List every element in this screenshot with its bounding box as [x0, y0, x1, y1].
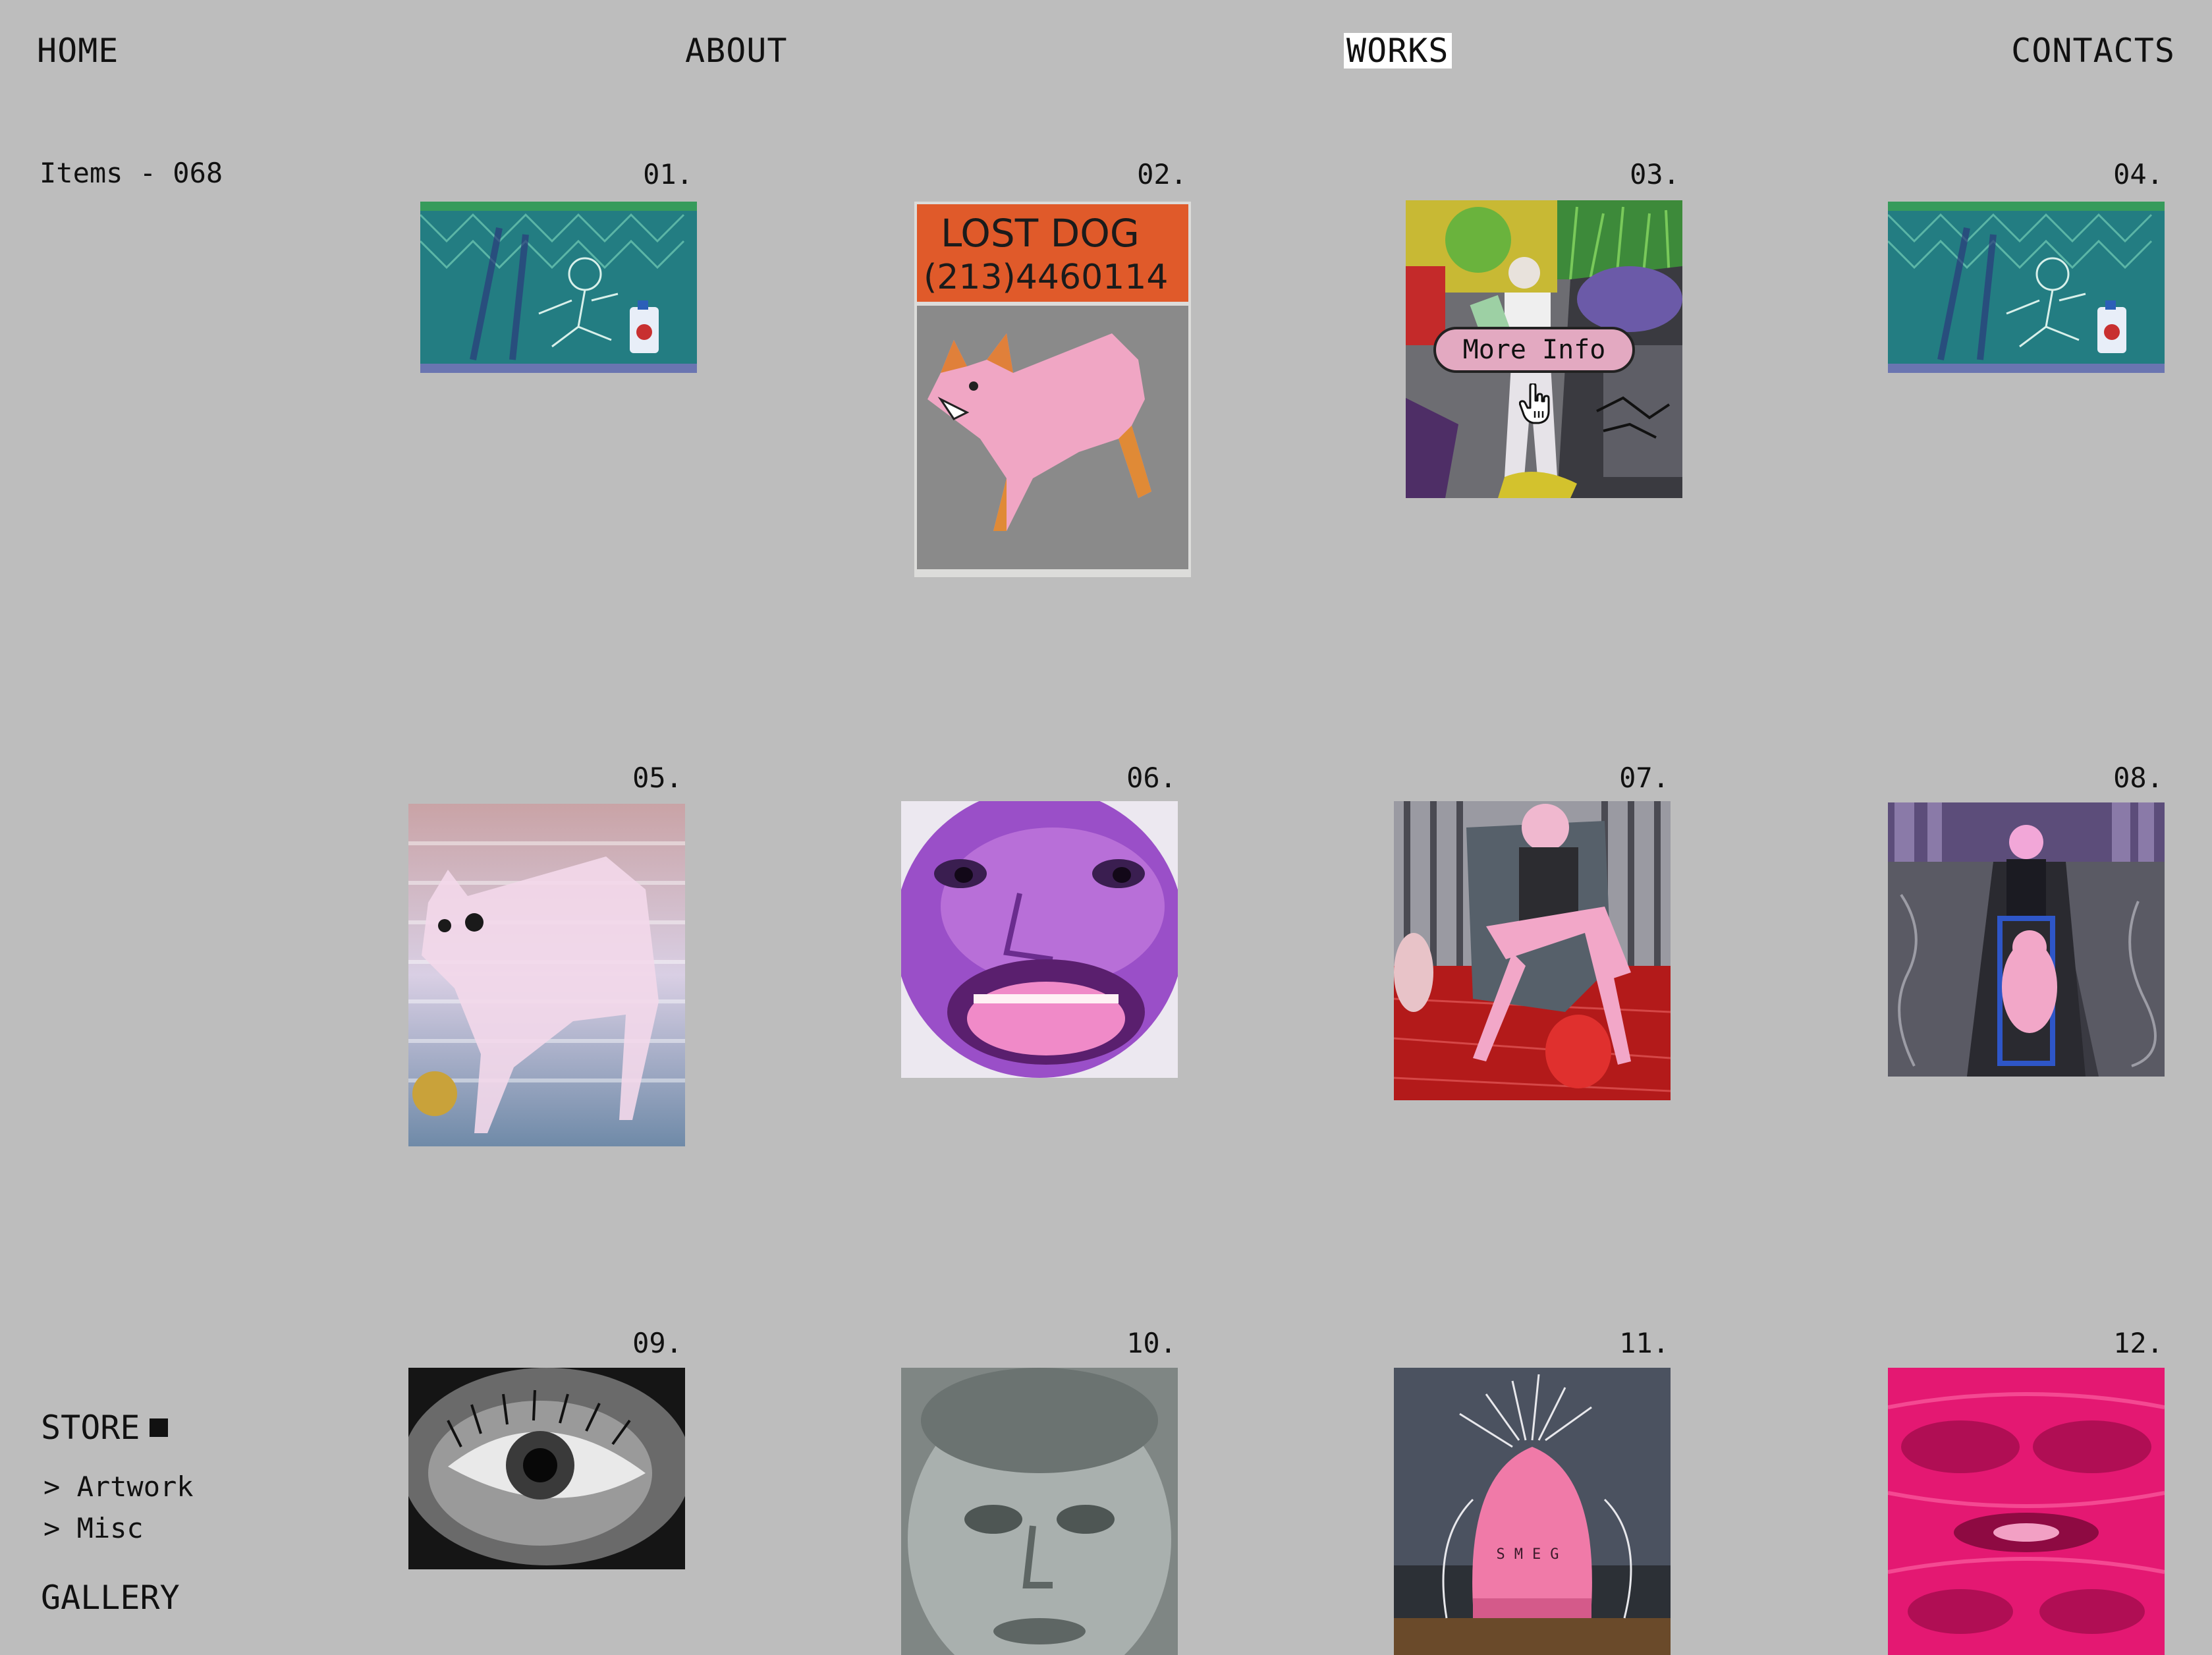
- store-heading[interactable]: STORE: [41, 1411, 168, 1444]
- artwork-image: [1888, 1368, 2165, 1655]
- work-number: 01.: [643, 158, 693, 190]
- work-number: 07.: [1619, 762, 1669, 794]
- artwork-image: [408, 1368, 685, 1569]
- work-thumbnail-08[interactable]: [1888, 802, 2165, 1077]
- artwork-image: LOST DOG (213)4460114: [914, 202, 1191, 577]
- artwork-image: [901, 1368, 1178, 1655]
- work-number: 05.: [632, 762, 682, 794]
- work-thumbnail-06[interactable]: [901, 801, 1178, 1078]
- work-thumbnail-04[interactable]: [1888, 202, 2165, 373]
- work-thumbnail-01[interactable]: [420, 202, 697, 373]
- artwork-image: [901, 801, 1178, 1078]
- work-number: 11.: [1619, 1327, 1669, 1359]
- more-info-button[interactable]: More Info: [1433, 327, 1635, 373]
- work-number: 10.: [1126, 1327, 1176, 1359]
- nav-contacts[interactable]: CONTACTS: [2011, 34, 2175, 67]
- work-number: 08.: [2113, 762, 2163, 794]
- work-number: 03.: [1630, 158, 1680, 190]
- work-thumbnail-07[interactable]: [1394, 801, 1671, 1100]
- store-label: STORE: [41, 1409, 140, 1447]
- items-count: Items - 068: [40, 157, 223, 189]
- artwork-image: [1888, 202, 2165, 373]
- artwork-image: [420, 202, 697, 373]
- poster-line1: LOST DOG: [941, 211, 1140, 256]
- work-number: 06.: [1126, 762, 1176, 794]
- store-link-artwork[interactable]: > Artwork: [43, 1473, 194, 1501]
- artwork-image: [408, 804, 685, 1146]
- work-thumbnail-10[interactable]: [901, 1368, 1178, 1655]
- artwork-image: SMEG: [1394, 1368, 1671, 1655]
- poster-line2: (213)4460114: [924, 258, 1168, 297]
- work-number: 02.: [1137, 158, 1187, 190]
- kettle-letters: SMEG: [1497, 1546, 1568, 1563]
- work-thumbnail-09[interactable]: [408, 1368, 685, 1569]
- store-link-misc[interactable]: > Misc: [43, 1515, 144, 1542]
- work-thumbnail-11[interactable]: SMEG: [1394, 1368, 1671, 1655]
- work-thumbnail-02[interactable]: LOST DOG (213)4460114: [914, 202, 1191, 577]
- work-number: 12.: [2113, 1327, 2163, 1359]
- artwork-image: [1394, 801, 1671, 1100]
- artwork-image: [1888, 802, 2165, 1077]
- works-page: HOME ABOUT WORKS CONTACTS Items - 068 01…: [0, 0, 2212, 1655]
- work-thumbnail-05[interactable]: [408, 804, 685, 1146]
- work-thumbnail-12[interactable]: [1888, 1368, 2165, 1655]
- gallery-link[interactable]: GALLERY: [41, 1581, 180, 1614]
- work-number: 04.: [2113, 158, 2163, 190]
- nav-about[interactable]: ABOUT: [685, 34, 788, 67]
- work-number: 09.: [632, 1327, 682, 1359]
- square-icon: [149, 1418, 168, 1437]
- nav-works[interactable]: WORKS: [1344, 33, 1452, 69]
- nav-home[interactable]: HOME: [37, 34, 119, 67]
- hand-pointer-icon: [1519, 383, 1550, 424]
